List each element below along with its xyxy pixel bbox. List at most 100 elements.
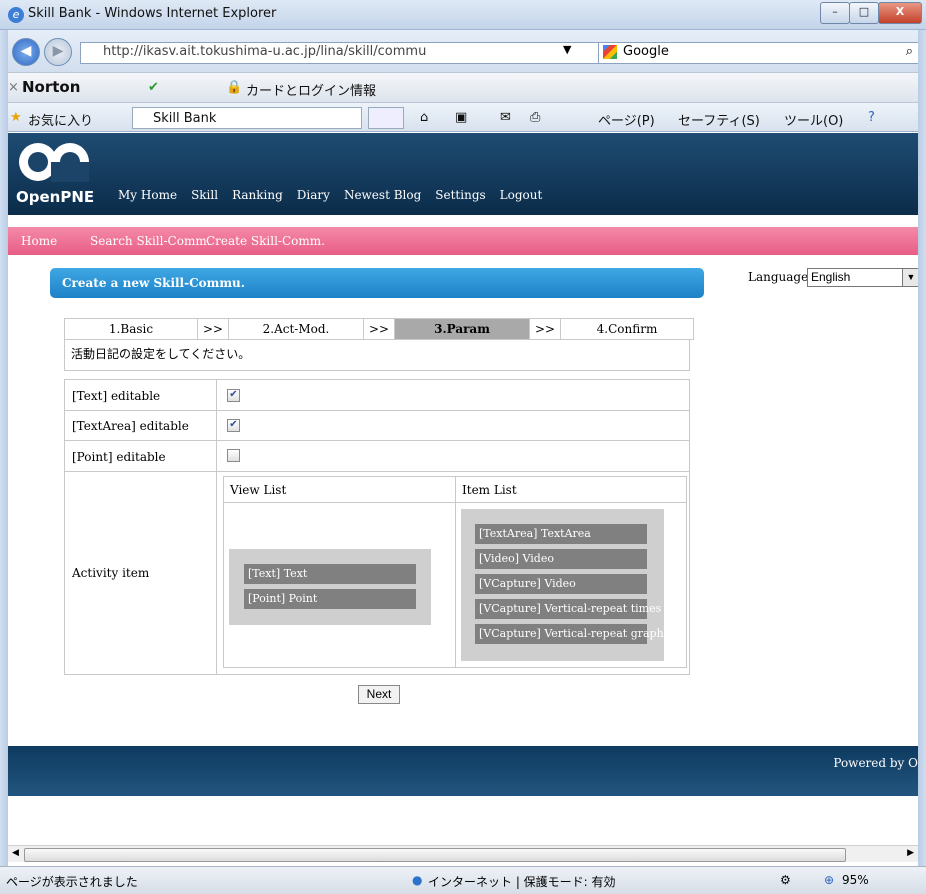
- textarea-editable-label: [TextArea] editable: [72, 419, 189, 433]
- lock-icon: 🔒: [226, 80, 243, 95]
- print-icon[interactable]: ⎙: [530, 110, 540, 125]
- step-separator: >>: [529, 318, 561, 340]
- page-menu[interactable]: ページ(P): [598, 110, 655, 129]
- textarea-editable-checkbox[interactable]: ✔: [227, 419, 240, 432]
- url-field[interactable]: http://ikasv.ait.tokushima-u.ac.jp/lina/…: [80, 42, 614, 64]
- magnifier-icon[interactable]: ⌕: [906, 43, 913, 61]
- page-viewport: OpenPNE My Home Skill Ranking Diary Newe…: [8, 133, 918, 845]
- protected-mode-icon[interactable]: ⚙: [780, 873, 791, 887]
- step-separator: >>: [197, 318, 229, 340]
- section-title: Create a new Skill-Commu.: [50, 268, 704, 298]
- scrollbar-thumb[interactable]: [24, 848, 846, 862]
- step-separator: >>: [363, 318, 395, 340]
- step-confirm: 4.Confirm: [560, 318, 694, 340]
- url-text: http://ikasv.ait.tokushima-u.ac.jp/lina/…: [103, 44, 427, 59]
- norton-toolbar: × Norton ✔ 🔒 カードとログイン情報: [0, 72, 926, 102]
- item-list-item[interactable]: [VCapture] Vertical-repeat times: [475, 599, 661, 619]
- subnav-home[interactable]: Home: [21, 234, 57, 248]
- scroll-left-icon[interactable]: ◀: [12, 848, 19, 858]
- favorites-button[interactable]: お気に入り: [28, 110, 93, 129]
- subnav-search[interactable]: Search Skill-Comm.: [90, 234, 211, 248]
- favorites-toolbar: ★ お気に入り Skill Bank ⌂ ▣ ✉ ⎙ ページ(P) セーフティ(…: [0, 102, 926, 132]
- horizontal-scrollbar[interactable]: ◀ ▶: [8, 845, 918, 862]
- window-frame-right: [918, 30, 926, 866]
- text-editable-label: [Text] editable: [72, 389, 161, 403]
- powered-by[interactable]: Powered by O: [833, 756, 918, 770]
- ie-logo-icon: e: [8, 7, 24, 23]
- form-row-point: [Point] editable: [65, 440, 689, 472]
- step-indicator: 1.Basic >> 2.Act-Mod. >> 3.Param >> 4.Co…: [64, 318, 694, 340]
- window-title: Skill Bank - Windows Internet Explorer: [28, 6, 277, 21]
- item-list-box[interactable]: [TextArea] TextArea [Video] Video [VCapt…: [461, 509, 664, 661]
- view-list-item[interactable]: [Point] Point: [244, 589, 416, 609]
- view-list-item[interactable]: [Text] Text: [244, 564, 416, 584]
- feeds-icon[interactable]: ▣: [455, 110, 467, 125]
- globe-icon: ●: [412, 873, 423, 887]
- home-icon[interactable]: ⌂: [420, 110, 428, 125]
- norton-brand[interactable]: Norton: [22, 78, 80, 96]
- status-bar: ページが表示されました ● インターネット | 保護モード: 有効 ⚙ ⊕ 95…: [0, 866, 926, 894]
- step-instruction: 活動日記の設定をしてください。: [64, 339, 690, 371]
- view-list-box[interactable]: [Text] Text [Point] Point: [229, 549, 431, 625]
- tools-menu[interactable]: ツール(O): [784, 110, 843, 129]
- google-icon: [603, 45, 617, 59]
- item-list-item[interactable]: [TextArea] TextArea: [475, 524, 647, 544]
- text-editable-checkbox[interactable]: ✔: [227, 389, 240, 402]
- language-selected: English: [811, 270, 851, 284]
- help-icon[interactable]: ?: [868, 110, 875, 125]
- zoom-level[interactable]: 95%: [842, 873, 869, 887]
- back-button[interactable]: ◀: [12, 38, 40, 66]
- search-field[interactable]: Google ⌕: [598, 42, 920, 64]
- list-divider: [455, 503, 456, 667]
- norton-check-icon[interactable]: ✔: [148, 80, 159, 95]
- subnav-create[interactable]: Create Skill-Comm.: [206, 234, 325, 248]
- search-provider-label: Google: [623, 44, 669, 59]
- nav-my-home[interactable]: My Home: [118, 188, 177, 202]
- next-button[interactable]: Next: [358, 685, 400, 704]
- tab-skill-bank[interactable]: Skill Bank: [132, 107, 362, 129]
- address-toolbar: ◀ ▶ http://ikasv.ait.tokushima-u.ac.jp/l…: [0, 30, 926, 72]
- maximize-button[interactable]: □: [849, 2, 879, 24]
- mail-icon[interactable]: ✉: [500, 110, 511, 125]
- chevron-down-icon: ▼: [902, 269, 918, 286]
- form-row-textarea: [TextArea] editable ✔: [65, 410, 689, 441]
- nav-skill[interactable]: Skill: [191, 188, 218, 202]
- close-toolbar-icon[interactable]: ×: [8, 80, 19, 95]
- forward-button[interactable]: ▶: [44, 38, 72, 66]
- form-row-text: [Text] editable ✔: [65, 380, 689, 411]
- new-tab-button[interactable]: [368, 107, 404, 129]
- item-list-header: Item List: [456, 477, 686, 503]
- point-editable-checkbox[interactable]: [227, 449, 240, 462]
- logo-text: OpenPNE: [16, 188, 94, 206]
- window-title-bar: e Skill Bank - Windows Internet Explorer…: [0, 0, 926, 30]
- nav-settings[interactable]: Settings: [435, 188, 485, 202]
- minimize-button[interactable]: –: [820, 2, 850, 24]
- site-footer: Powered by O: [8, 746, 918, 796]
- url-dropdown-icon[interactable]: ▼: [563, 43, 571, 56]
- nav-diary[interactable]: Diary: [297, 188, 330, 202]
- step-param: 3.Param: [394, 318, 530, 340]
- nav-ranking[interactable]: Ranking: [232, 188, 283, 202]
- main-nav: My Home Skill Ranking Diary Newest Blog …: [118, 188, 556, 202]
- point-editable-label: [Point] editable: [72, 450, 166, 464]
- item-list-item[interactable]: [VCapture] Vertical-repeat graph: [475, 624, 664, 644]
- status-text: ページが表示されました: [6, 875, 138, 889]
- item-list-item[interactable]: [VCapture] Video: [475, 574, 647, 594]
- close-button[interactable]: X: [878, 2, 922, 24]
- step-basic: 1.Basic: [64, 318, 198, 340]
- scroll-right-icon[interactable]: ▶: [907, 848, 914, 858]
- nav-newest-blog[interactable]: Newest Blog: [344, 188, 421, 202]
- activity-item-label: Activity item: [72, 566, 150, 580]
- nav-logout[interactable]: Logout: [500, 188, 543, 202]
- openpne-logo[interactable]: OpenPNE: [14, 138, 104, 210]
- view-list-header: View List: [224, 477, 456, 503]
- window-frame-left: [0, 30, 8, 866]
- language-select[interactable]: English ▼: [807, 268, 918, 287]
- activity-item-table: View List Item List [Text] Text [Point] …: [223, 476, 687, 668]
- step-act-mod: 2.Act-Mod.: [228, 318, 364, 340]
- safety-menu[interactable]: セーフティ(S): [678, 110, 760, 129]
- password-manager-menu[interactable]: カードとログイン情報: [246, 80, 376, 99]
- sub-nav: Home Search Skill-Comm. Create Skill-Com…: [8, 227, 918, 255]
- security-zone[interactable]: インターネット | 保護モード: 有効: [428, 873, 616, 890]
- item-list-item[interactable]: [Video] Video: [475, 549, 647, 569]
